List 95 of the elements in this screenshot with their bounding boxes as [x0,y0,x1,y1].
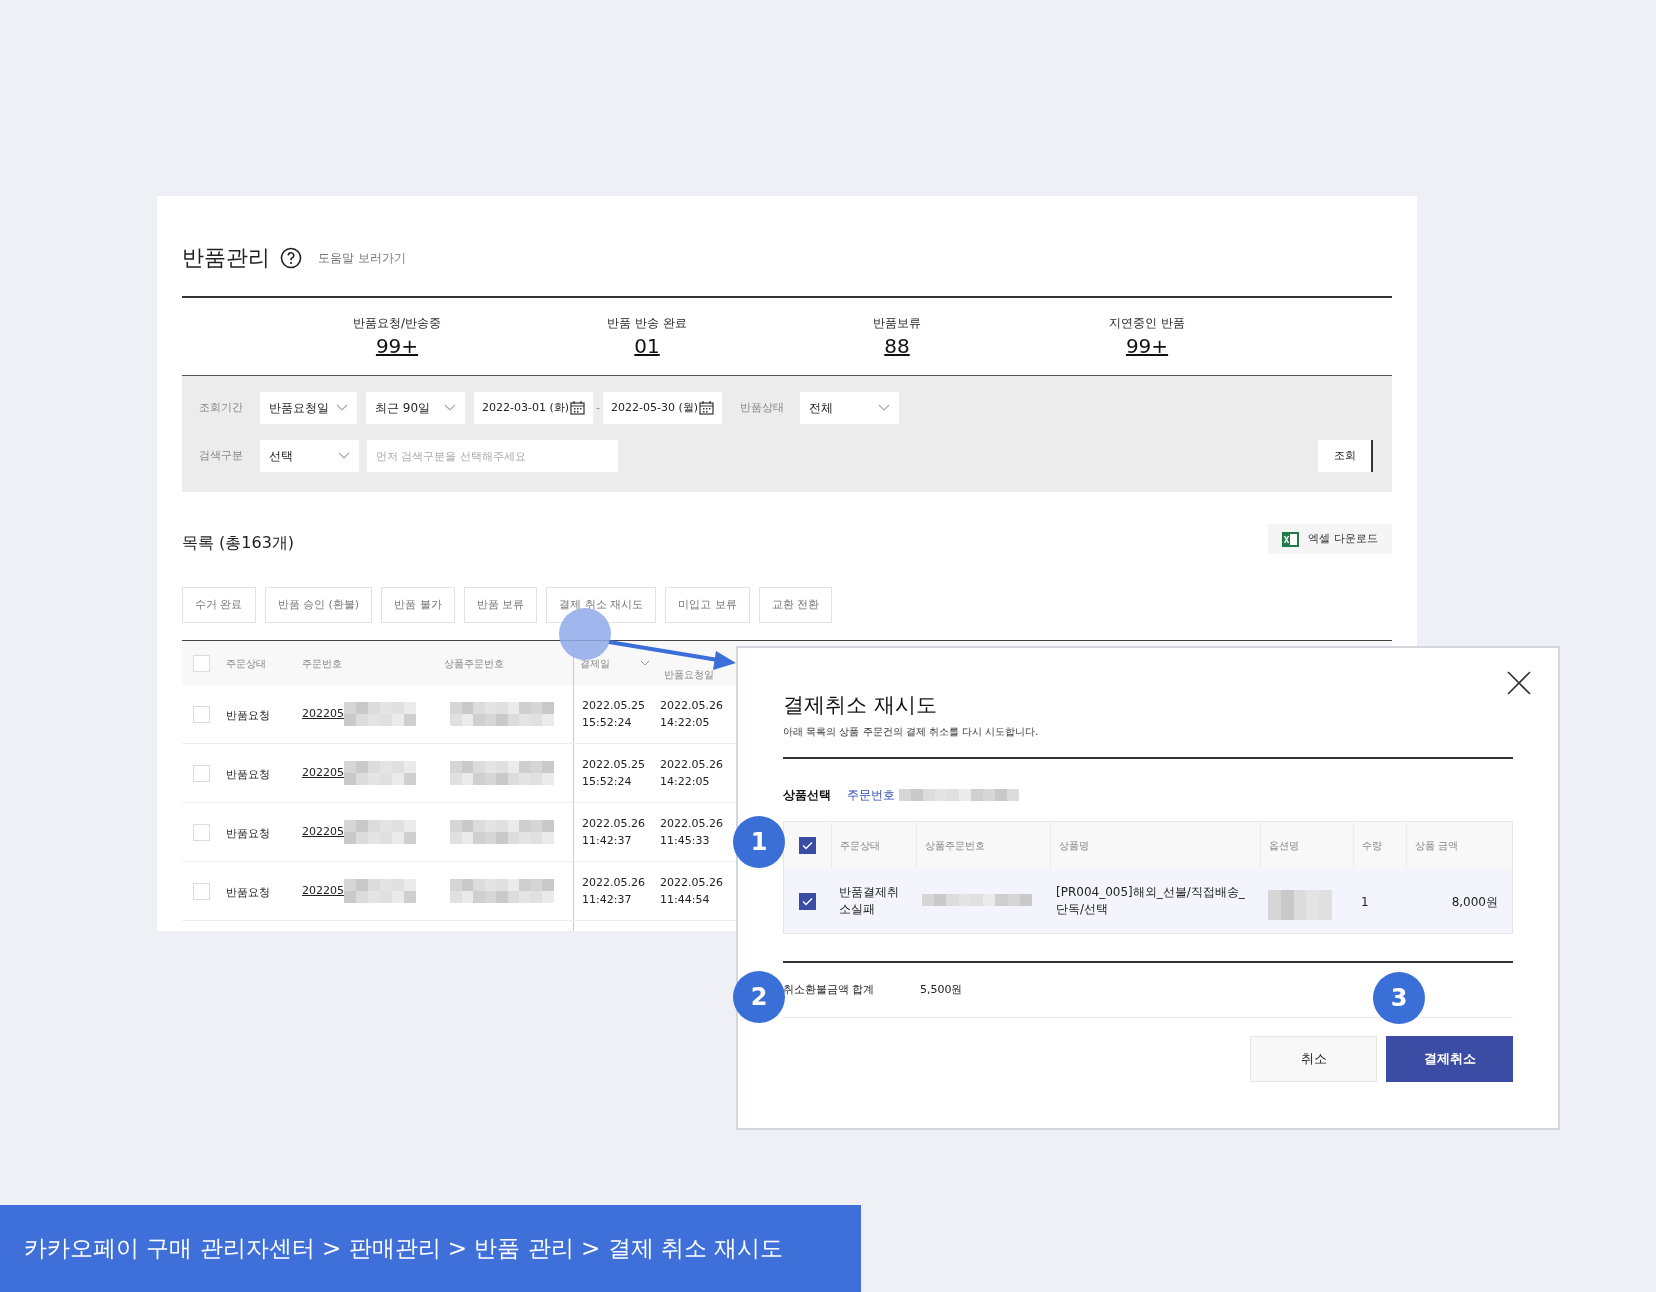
chevron-down-icon [444,404,456,412]
table-cell-text: 11:42:37 [582,833,633,849]
chevron-down-icon [338,452,350,460]
confirm-button[interactable]: 결제취소 [1386,1036,1513,1082]
column-header[interactable]: 결제일 [580,655,610,671]
column-header[interactable]: 상품주문번호 [444,655,504,671]
column-header[interactable]: 옵션명 [1269,838,1299,853]
table-cell-text: 2022.05.26 [582,875,646,891]
chevron-down-icon [878,404,890,412]
column-header[interactable]: 주문번호 [302,655,342,671]
field-label: 검색구분 [199,447,244,464]
table-cell-text: 11:42:37 [582,892,633,908]
stat-value[interactable]: 99+ [375,331,419,360]
section-label: 상품선택 [783,787,831,804]
order-number-link[interactable]: 202205 [302,882,344,900]
redacted-block [1268,889,1332,920]
list-title: 목록 (총163개) [182,532,295,554]
table-cell: 반품요청 [226,709,270,722]
order-number-label: 주문번호 [847,787,895,804]
action-button[interactable]: 교환 전환 [758,587,833,623]
stat-value[interactable]: 99+ [1125,331,1169,360]
date-field[interactable]: 2022-03-01 (화) [474,392,593,424]
action-button[interactable]: 반품 불가 [381,587,455,623]
action-button[interactable]: 반품 보류 [463,587,538,623]
table-cell-text: 2022.05.26 [660,698,724,714]
date-field[interactable]: 2022-05-30 (월) [603,392,722,424]
table-cell-text: 2022.05.26 [582,816,646,832]
stat-label: 반품요청/반송중 [352,314,441,332]
stat-value[interactable]: 01 [634,331,660,360]
order-number-link[interactable]: 202205 [302,764,344,782]
search-field[interactable]: 먼저 검색구분을 선택해주세요 [367,440,618,472]
stat-label: 지연중인 반품 [1109,314,1185,332]
field-label: 조회기간 [199,399,244,416]
table-cell: [PR004_005]해외_선불/직접배송_단독/선택 [1056,884,1246,918]
table-cell-text: 2022.05.25 [582,757,646,773]
highlight-circle [559,608,611,660]
table-cell: 1 [1361,895,1369,909]
column-header[interactable]: 상품 금액 [1415,838,1459,853]
breadcrumb-text: 카카오페이 구매 관리자센터 > 판매관리 > 반품 관리 > 결제 취소 재시도 [24,1234,784,1264]
select-field[interactable]: 최근 90일 [366,392,465,424]
column-header[interactable]: 주문상태 [226,655,266,671]
close-button[interactable] [1506,670,1532,696]
table-cell-text: 2022.05.26 [660,757,724,773]
dialog-title: 결제취소 재시도 [783,692,938,719]
checkbox[interactable] [799,837,816,854]
chevron-down-icon [336,404,348,412]
table-cell-text: 14:22:05 [660,715,711,731]
table-cell: 반품요청 [226,768,270,781]
table-cell-text: 14:22:05 [660,774,711,790]
spreadsheet-icon [1282,531,1300,547]
table-cell-text: 11:45:33 [660,833,711,849]
dialog-description: 아래 목록의 상품 주문건의 결제 취소를 다시 시도합니다. [783,725,1040,739]
column-header[interactable]: 상품주문번호 [925,838,985,853]
excel-download-button[interactable]: 엑셀 다운로드 [1268,524,1392,554]
table-cell-text: 반품결제취소실패 [839,884,900,918]
range-dash: - [595,399,601,416]
calendar-icon[interactable] [699,401,714,415]
table-cell: 반품요청 [226,827,270,840]
total-label: 취소환불금액 합계 [783,981,876,998]
table-cell: 8,000원 [1451,895,1498,909]
column-header[interactable]: 상품명 [1059,838,1089,853]
action-button[interactable]: 미입고 보류 [665,587,750,623]
stat-label: 반품 반송 완료 [607,314,687,332]
total-amount: 5,500원 [920,981,963,998]
close-icon [1506,670,1532,696]
table-cell-text: 2022.05.25 [582,698,646,714]
calendar-icon[interactable] [570,401,585,415]
action-button[interactable]: 반품 승인 (환불) [264,587,373,623]
column-header[interactable]: 수량 [1362,838,1382,853]
table-cell-text: 2022.05.26 [660,875,724,891]
select-field[interactable]: 전체 [800,392,899,424]
sort-icon[interactable] [640,660,650,666]
cancel-button[interactable]: 취소 [1250,1036,1377,1082]
column-header[interactable]: 주문상태 [840,838,880,853]
table-cell-text: 2022.05.26 [660,816,724,832]
table-cell-text: 15:52:24 [582,774,633,790]
order-number-link[interactable]: 202205 [302,823,344,841]
checkmark-icon [802,896,813,906]
search-button[interactable]: 조회 [1318,440,1373,472]
table-cell-text: 15:52:24 [582,715,633,731]
table-cell: 반품요청 [226,886,270,899]
stat-label: 반품보류 [873,314,921,332]
select-field[interactable]: 반품요청일 [260,392,357,424]
stat-value[interactable]: 88 [884,331,910,360]
column-header[interactable]: 반품요청일 [664,667,714,682]
page-title: 반품관리 [182,244,270,272]
checkmark-icon [802,841,813,850]
checkbox[interactable] [799,892,816,910]
table-cell-text: 11:44:54 [660,892,711,908]
action-button[interactable]: 수거 완료 [182,587,256,623]
order-number-link[interactable]: 202205 [302,705,344,723]
help-icon[interactable] [280,247,302,269]
help-link[interactable]: 도움말 보러가기 [318,249,406,267]
field-label: 반품상태 [740,399,785,416]
select-field[interactable]: 선택 [260,440,359,472]
